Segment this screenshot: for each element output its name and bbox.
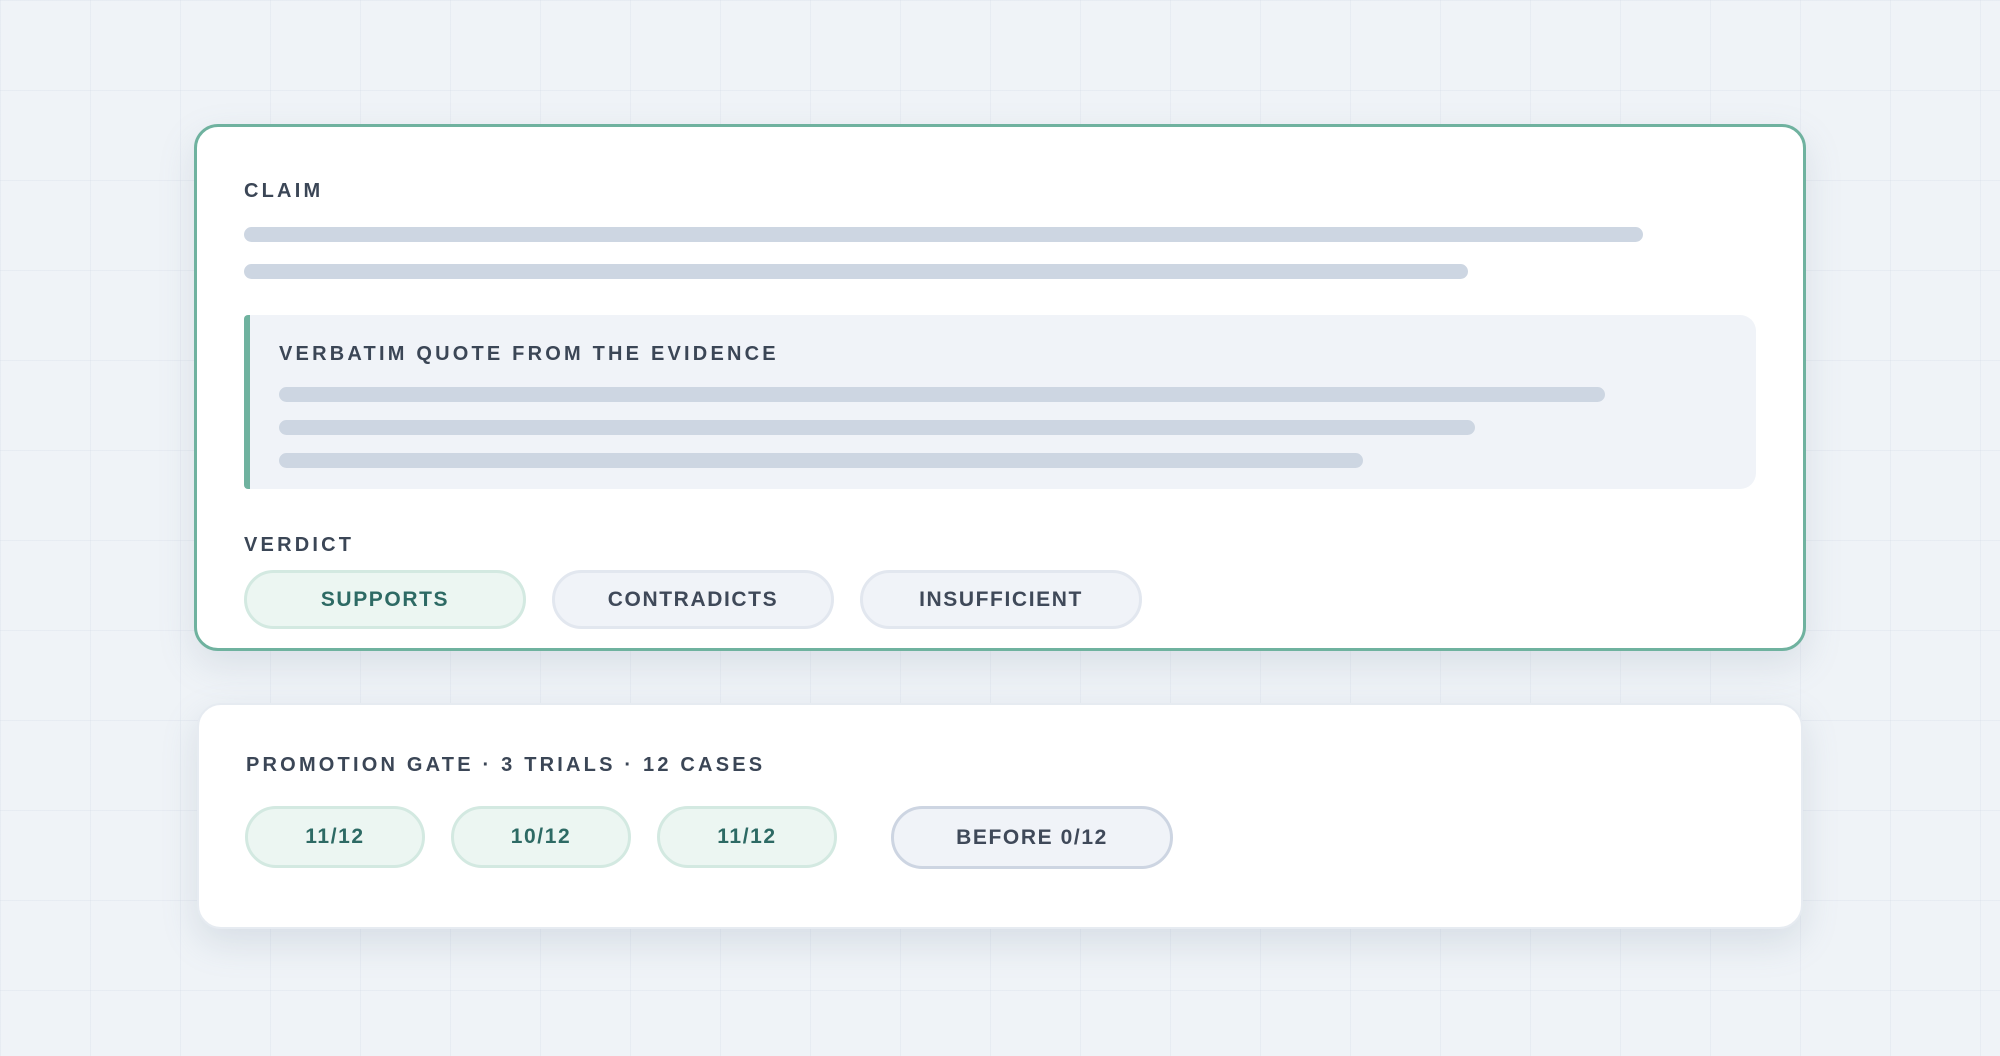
claim-text-line xyxy=(244,264,1468,279)
quote-text-line xyxy=(279,420,1475,435)
claim-card: CLAIM VERBATIM QUOTE FROM THE EVIDENCE V… xyxy=(194,124,1806,651)
verdict-insufficient-button[interactable]: INSUFFICIENT xyxy=(860,570,1142,629)
verdict-label: VERDICT xyxy=(244,534,355,556)
quote-text-line xyxy=(279,453,1363,468)
promotion-gate-card: PROMOTION GATE · 3 TRIALS · 12 CASES 11/… xyxy=(197,703,1803,929)
verdict-contradicts-button[interactable]: CONTRADICTS xyxy=(552,570,834,629)
trial-result-badge: 10/12 xyxy=(451,806,631,868)
quote-label: VERBATIM QUOTE FROM THE EVIDENCE xyxy=(279,343,779,365)
before-baseline-badge: BEFORE 0/12 xyxy=(891,806,1173,869)
trial-result-badge: 11/12 xyxy=(657,806,837,868)
verdict-supports-button[interactable]: SUPPORTS xyxy=(244,570,526,629)
claim-text-line xyxy=(244,227,1643,242)
quote-text-line xyxy=(279,387,1605,402)
trial-result-badge: 11/12 xyxy=(245,806,425,868)
promotion-gate-title: PROMOTION GATE · 3 TRIALS · 12 CASES xyxy=(246,754,766,776)
claim-label: CLAIM xyxy=(244,180,324,202)
evidence-quote-box: VERBATIM QUOTE FROM THE EVIDENCE xyxy=(244,315,1756,489)
